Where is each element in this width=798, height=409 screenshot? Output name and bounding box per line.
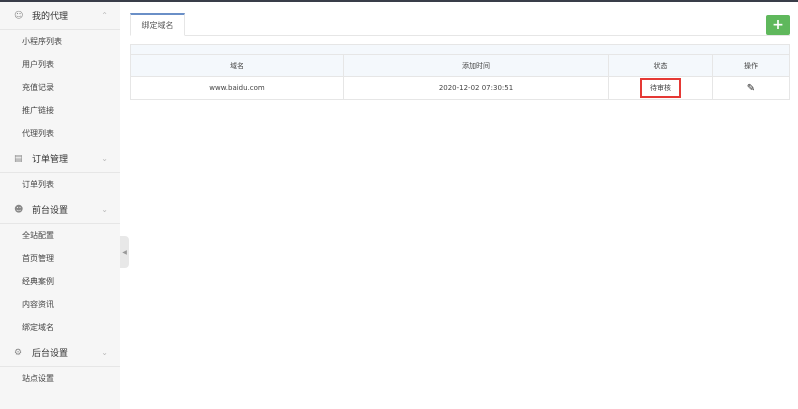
group-label: 我的代理: [32, 12, 69, 22]
group-label: 前台设置: [32, 206, 69, 216]
group-label: 后台设置: [32, 349, 69, 359]
table-toolbar: [131, 45, 789, 55]
bag-icon: ▤: [14, 153, 23, 164]
header-time: 添加时间: [344, 55, 609, 76]
status-badge: 待审核: [640, 78, 681, 98]
add-button[interactable]: +: [766, 15, 790, 35]
sidebar-item[interactable]: 经典案例: [0, 270, 120, 293]
cell-domain: www.baidu.com: [131, 77, 344, 99]
cell-time: 2020-12-02 07:30:51: [344, 77, 609, 99]
sidebar-item[interactable]: 站点设置: [0, 367, 120, 390]
sidebar-group-frontend[interactable]: ☻ 前台设置 ⌄: [0, 196, 120, 224]
domain-table: 域名 添加时间 状态 操作 www.baidu.com 2020-12-02 0…: [130, 44, 790, 100]
users-icon: ☻: [14, 204, 24, 215]
chevron-down-icon: ⌄: [101, 154, 108, 163]
sidebar: ☺ 我的代理 ⌃ 小程序列表 用户列表 充值记录 推广链接 代理列表 ▤ 订单管理 ⌄ …: [0, 2, 120, 409]
sidebar-item[interactable]: 订单列表: [0, 173, 120, 196]
caret-left-icon: ◀: [122, 248, 127, 256]
edit-pencil-icon[interactable]: ✎: [747, 83, 755, 94]
tab-bar: 绑定域名: [130, 13, 790, 36]
sidebar-item[interactable]: 全站配置: [0, 224, 120, 247]
chevron-up-icon: ⌃: [101, 11, 108, 20]
sidebar-item[interactable]: 内容资讯: [0, 293, 120, 316]
sidebar-group-backend[interactable]: ⚙ 后台设置 ⌄: [0, 339, 120, 367]
user-icon: ☺: [14, 10, 24, 21]
header-status: 状态: [609, 55, 713, 76]
gear-icon: ⚙: [14, 347, 23, 358]
tab-bind-domain[interactable]: 绑定域名: [130, 13, 185, 36]
sidebar-item[interactable]: 充值记录: [0, 76, 120, 99]
table-header: 域名 添加时间 状态 操作: [131, 55, 789, 77]
table-row: www.baidu.com 2020-12-02 07:30:51 待审核 ✎: [131, 77, 789, 99]
cell-status: 待审核: [609, 77, 713, 99]
sidebar-item[interactable]: 绑定域名: [0, 316, 120, 339]
sidebar-group-my-agent[interactable]: ☺ 我的代理 ⌃: [0, 2, 120, 30]
sidebar-collapse-handle[interactable]: ◀: [120, 236, 129, 268]
chevron-down-icon: ⌄: [101, 205, 108, 214]
chevron-down-icon: ⌄: [101, 348, 108, 357]
sidebar-item[interactable]: 推广链接: [0, 99, 120, 122]
group-label: 订单管理: [32, 155, 69, 165]
sidebar-item[interactable]: 用户列表: [0, 53, 120, 76]
sidebar-item[interactable]: 代理列表: [0, 122, 120, 145]
sidebar-item[interactable]: 首页管理: [0, 247, 120, 270]
header-action: 操作: [744, 61, 758, 70]
header-domain: 域名: [131, 55, 344, 76]
cell-action: ✎: [713, 77, 789, 99]
sidebar-group-orders[interactable]: ▤ 订单管理 ⌄: [0, 145, 120, 173]
sidebar-item[interactable]: 小程序列表: [0, 30, 120, 53]
